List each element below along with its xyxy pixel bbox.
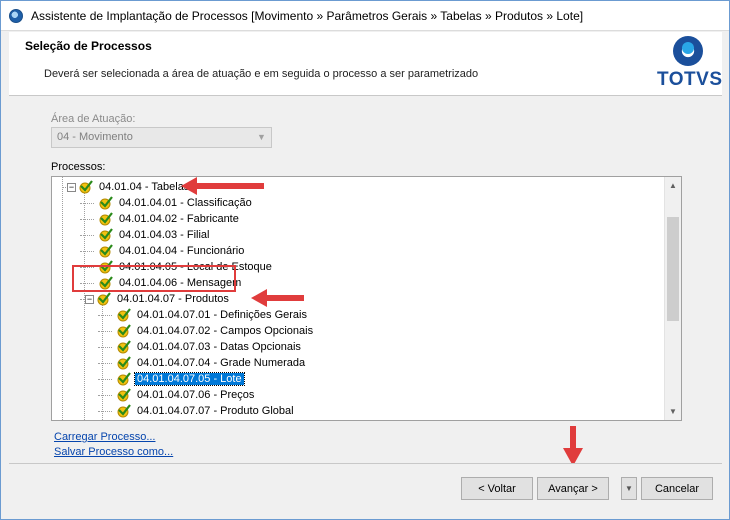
tree-item[interactable]: 04.01.04.07.02 - Campos Opcionais xyxy=(116,323,315,339)
tree-item[interactable]: 04.01.04.01 - Classificação xyxy=(98,195,254,211)
process-check-icon xyxy=(117,388,131,402)
process-check-icon xyxy=(117,308,131,322)
wizard-footer: < Voltar Avançar > ▼ Cancelar xyxy=(9,463,722,513)
app-icon xyxy=(9,8,23,23)
process-check-icon xyxy=(97,292,111,306)
back-button[interactable]: < Voltar xyxy=(461,477,533,500)
tree-item[interactable]: − 04.01.04.07 - Produtos xyxy=(85,291,231,307)
highlight-box xyxy=(72,265,236,292)
area-label: Área de Atuação: xyxy=(51,113,136,125)
tree-connector-line xyxy=(98,379,112,380)
tree-item-label: 04.01.04.07.02 - Campos Opcionais xyxy=(137,325,314,337)
tree-item-label: 04.01.04.07.07 - Produto Global xyxy=(137,405,294,417)
options-dropdown-button[interactable]: ▼ xyxy=(621,477,637,500)
tree-item[interactable]: − 04.01.04 - Tabelas xyxy=(67,179,191,195)
tree-connector-line xyxy=(98,411,112,412)
process-check-icon xyxy=(117,324,131,338)
collapse-toggle-icon[interactable]: − xyxy=(67,182,76,192)
tree-connector-line xyxy=(80,235,94,236)
process-check-icon xyxy=(117,340,131,354)
tree-item-label: 04.01.04.07 - Produtos xyxy=(117,293,229,305)
page-description: Deverá ser selecionada a área de atuação… xyxy=(44,68,479,80)
arrow-annotation-icon xyxy=(251,289,304,307)
tree-guide-line xyxy=(62,177,63,420)
tree-item-label: 04.01.04.02 - Fabricante xyxy=(119,213,239,225)
wizard-window: Assistente de Implantação de Processos [… xyxy=(0,0,730,520)
wizard-content: Área de Atuação: 04 - Movimento ▼ Proces… xyxy=(9,97,722,466)
tree-item-label: 04.01.04.07.03 - Datas Opcionais xyxy=(137,341,301,353)
scroll-thumb[interactable] xyxy=(667,217,679,321)
tree-item[interactable]: 04.01.04.07.06 - Preços xyxy=(116,387,256,403)
tree-connector-line xyxy=(98,395,112,396)
next-button[interactable]: Avançar > xyxy=(537,477,609,500)
process-check-icon xyxy=(99,228,113,242)
cancel-button[interactable]: Cancelar xyxy=(641,477,713,500)
tree-connector-line xyxy=(80,219,94,220)
tree-item-label: 04.01.04.07.05 - Lote xyxy=(134,372,245,386)
totvs-logo-icon xyxy=(673,36,703,66)
tree-item-label: 04.01.04.07.04 - Grade Numerada xyxy=(137,357,306,369)
tree-connector-line xyxy=(80,251,94,252)
tree-item-label: 04.01.04.01 - Classificação xyxy=(119,197,252,209)
tree-guide-line xyxy=(102,303,103,420)
tree-scrollbar[interactable]: ▲ ▼ xyxy=(664,177,681,420)
totvs-logo-text: TOTVS xyxy=(657,69,723,90)
tree-connector-line xyxy=(98,315,112,316)
arrow-annotation-icon xyxy=(181,177,264,195)
tree-connector-line xyxy=(80,203,94,204)
save-process-link[interactable]: Salvar Processo como... xyxy=(54,446,173,458)
tree-item[interactable]: 04.01.04.07.01 - Definições Gerais xyxy=(116,307,309,323)
title-bar: Assistente de Implantação de Processos [… xyxy=(1,1,729,31)
area-select: 04 - Movimento ▼ xyxy=(51,127,272,148)
tree-item[interactable]: 04.01.04.07.05 - Lote xyxy=(116,371,245,387)
tree-item[interactable]: 04.01.04.07.07 - Produto Global xyxy=(116,403,296,419)
tree-connector-line xyxy=(98,331,112,332)
tree-item-label: 04.01.04 - Tabelas xyxy=(99,181,190,193)
chevron-down-icon: ▼ xyxy=(257,132,266,142)
load-process-link[interactable]: Carregar Processo... xyxy=(54,431,155,443)
process-check-icon xyxy=(99,212,113,226)
tree-item[interactable]: 04.01.04.04 - Funcionário xyxy=(98,243,246,259)
arrow-annotation-icon xyxy=(563,426,583,466)
tree-connector-line xyxy=(98,363,112,364)
process-check-icon xyxy=(79,180,93,194)
tree-item[interactable]: 04.01.04.02 - Fabricante xyxy=(98,211,241,227)
collapse-toggle-icon[interactable]: − xyxy=(85,294,94,304)
process-check-icon xyxy=(117,356,131,370)
scroll-down-icon[interactable]: ▼ xyxy=(665,403,681,420)
wizard-header: Seleção de Processos Deverá ser selecion… xyxy=(9,32,722,96)
tree-item-label: 04.01.04.04 - Funcionário xyxy=(119,245,245,257)
tree-item-label: 04.01.04.07.01 - Definições Gerais xyxy=(137,309,307,321)
scroll-up-icon[interactable]: ▲ xyxy=(665,177,681,194)
process-check-icon xyxy=(99,196,113,210)
process-tree[interactable]: ▲ ▼ − 04.01.04 - Tabelas 04.01.04.01 - Cla… xyxy=(51,176,682,421)
processes-label: Processos: xyxy=(51,161,106,173)
tree-item[interactable]: 04.01.04.03 - Filial xyxy=(98,227,212,243)
tree-connector-line xyxy=(98,347,112,348)
process-check-icon xyxy=(99,244,113,258)
tree-item-label: 04.01.04.07.06 - Preços xyxy=(137,389,255,401)
page-title: Seleção de Processos xyxy=(25,39,152,53)
tree-item[interactable]: 04.01.04.07.04 - Grade Numerada xyxy=(116,355,307,371)
window-title: Assistente de Implantação de Processos [… xyxy=(31,8,584,23)
area-select-value: 04 - Movimento xyxy=(57,131,133,143)
tree-item-label: 04.01.04.03 - Filial xyxy=(119,229,210,241)
process-check-icon xyxy=(117,372,131,386)
tree-item[interactable]: 04.01.04.07.03 - Datas Opcionais xyxy=(116,339,303,355)
process-check-icon xyxy=(117,404,131,418)
